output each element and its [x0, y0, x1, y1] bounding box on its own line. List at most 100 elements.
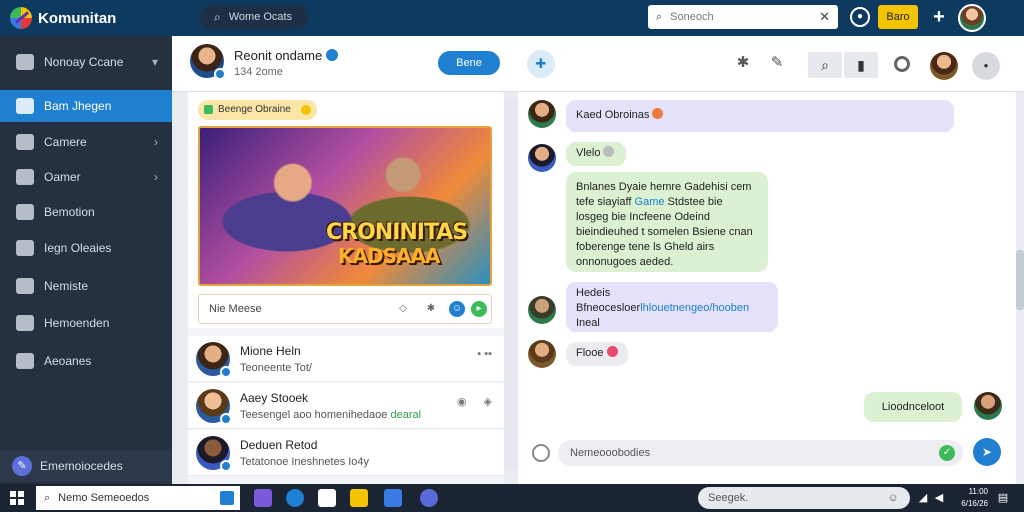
check-icon[interactable]: ✓	[939, 445, 955, 461]
puzzle-icon	[16, 54, 34, 70]
avatar[interactable]	[528, 144, 556, 172]
feed-column: Beenge Obraine CRONINITAS KADSAAA Nie Me…	[188, 92, 504, 484]
task-view-icon[interactable]	[220, 491, 234, 505]
feed-scrollbar[interactable]	[504, 98, 518, 470]
chat-message: Vlelo	[566, 142, 626, 166]
chat-scrollbar[interactable]	[1016, 250, 1024, 310]
avatar[interactable]	[974, 392, 1002, 420]
puzzle-icon[interactable]: ✱	[732, 52, 754, 74]
chat-message-link[interactable]: lhlouetnengeo/hooben	[640, 302, 749, 314]
chat-message-link[interactable]: Game	[635, 196, 665, 208]
list-item[interactable]: Deduen Retod Tetatonoe Ineshnetes Io4y	[188, 430, 504, 476]
volume-icon[interactable]: ◀	[932, 491, 946, 505]
avatar[interactable]	[528, 100, 556, 128]
search-icon[interactable]: ⌕	[808, 52, 842, 78]
sidebar-item-4[interactable]: Bemotion	[0, 196, 172, 228]
emoji-icon[interactable]: ☺	[449, 301, 465, 317]
add-icon[interactable]: +	[930, 5, 948, 29]
page-title: Reonit ondame	[234, 48, 339, 63]
browser-icon[interactable]	[286, 489, 304, 507]
game-title: CRONINITAS	[326, 220, 468, 245]
join-button[interactable]: Bene	[438, 51, 500, 75]
folder-icon[interactable]	[350, 489, 368, 507]
group-icon	[16, 98, 34, 114]
share-icon[interactable]: ◈	[484, 396, 492, 408]
network-icon[interactable]: ◢	[916, 491, 930, 505]
windows-start-icon[interactable]	[10, 491, 24, 505]
top-bar: Komunitan ⌕ Wome Ocats ⌕ Soneoch ✕ ● Bar…	[0, 0, 1024, 36]
reply-icon[interactable]: ◉	[457, 396, 467, 408]
avatar[interactable]	[528, 340, 556, 368]
list-item-desc: Teesengel aoo homenihedaoe dearal	[240, 409, 421, 421]
more-icon[interactable]: •	[972, 52, 1000, 80]
sidebar-item-8[interactable]: Aeoanes	[0, 345, 172, 377]
attach-icon[interactable]	[532, 444, 550, 462]
sidebar-item-label: Hemoenden	[44, 316, 110, 330]
search-input[interactable]: ⌕ Soneoch ✕	[648, 5, 838, 29]
group-avatar[interactable]	[190, 44, 226, 80]
message-placeholder: Nemeooobodies	[570, 447, 651, 459]
sidebar-item-label: Nonoay Ccane	[44, 55, 124, 69]
top-action-button[interactable]: Baro	[878, 5, 918, 29]
game-banner-image[interactable]: CRONINITAS KADSAAA	[198, 126, 492, 286]
puzzle-icon[interactable]: ✱	[423, 301, 439, 317]
search-icon: ⌕	[656, 10, 663, 23]
app-icon[interactable]	[318, 489, 336, 507]
send-icon[interactable]: ▸	[471, 301, 487, 317]
clock[interactable]: 11:00 6/16/26	[948, 486, 988, 510]
search-placeholder: Soneoch	[670, 11, 714, 23]
page-title-text: Reonit ondame	[234, 48, 323, 63]
list-item-highlight: dearal	[390, 409, 422, 421]
app-icon[interactable]	[254, 489, 272, 507]
conversation-header: Reonit ondame 134 2ome Bene ✚ ✱ ✎ ⌕ ▮ •	[172, 36, 1024, 92]
app-icon[interactable]	[420, 489, 438, 507]
member-count: 134 2ome	[234, 66, 283, 78]
top-pill-label: Wome Ocats	[228, 11, 293, 23]
image-icon	[16, 204, 34, 220]
notifications-icon[interactable]: ▤	[996, 491, 1010, 505]
sidebar-item-0[interactable]: Nonoay Ccane ▾	[0, 46, 172, 78]
chevron-icon[interactable]: ◇	[395, 301, 411, 317]
sidebar-item-2[interactable]: Camere ›	[0, 126, 172, 158]
os-taskbar: ⌕ Nemo Semeoedos Seegek. ☺ ◢ ◀ 11:00 6/1…	[0, 484, 1024, 512]
sidebar-item-label: Nemiste	[44, 279, 89, 293]
app-icon[interactable]	[384, 489, 402, 507]
mic-icon[interactable]: ▮	[844, 52, 878, 78]
list-item-name: Aaey Stooek	[240, 391, 309, 405]
tray-search[interactable]: Seegek.	[698, 487, 910, 509]
clock-time: 11:00	[968, 487, 988, 496]
post-tag[interactable]: Beenge Obraine	[198, 100, 317, 120]
message-input[interactable]: Nemeooobodies ✓	[558, 440, 963, 466]
pin-icon[interactable]: ✚	[527, 50, 555, 78]
sidebar-item-1[interactable]: Bam Jhegen	[0, 90, 172, 122]
list-item[interactable]: Mione Heln Teoneente Tot/ ▪ ▪▪	[188, 336, 504, 382]
chat-message-text: Kaed Obroinas	[576, 109, 650, 121]
chevron-down-icon: ▾	[151, 55, 158, 69]
list-item[interactable]: Aaey Stooek Teesengel aoo homenihedaoe d…	[188, 383, 504, 429]
sidebar-footer[interactable]: ✎ Ememoiocedes	[0, 450, 172, 482]
status-ring-icon[interactable]	[894, 56, 910, 72]
taskbar-search[interactable]: ⌕ Nemo Semeoedos	[36, 486, 240, 510]
pencil-icon[interactable]: ✎	[766, 52, 788, 74]
sidebar-item-3[interactable]: Oamer ›	[0, 161, 172, 193]
sidebar-item-label: Aeoanes	[44, 354, 92, 368]
sidebar-item-5[interactable]: Iegn Oleaies	[0, 232, 172, 264]
top-pill-search[interactable]: ⌕ Wome Ocats	[200, 5, 308, 29]
send-button[interactable]: ➤	[973, 438, 1001, 466]
sidebar-item-6[interactable]: Nemiste	[0, 270, 172, 302]
video-icon	[16, 315, 34, 331]
sidebar-item-7[interactable]: Hemoenden	[0, 307, 172, 339]
avatar[interactable]	[528, 296, 556, 324]
reaction-icon	[603, 146, 615, 157]
list-item-desc: Tetatonoe Ineshnetes Io4y	[240, 456, 370, 468]
emoji-icon[interactable]: ☺	[886, 491, 900, 505]
app-title: Komunitan	[38, 9, 117, 27]
chat-message: Kaed Obroinas	[566, 100, 954, 132]
comment-placeholder: Nie Meese	[209, 303, 262, 315]
user-avatar[interactable]	[958, 4, 986, 32]
emoji-icon	[606, 346, 618, 357]
comment-input[interactable]: Nie Meese ◇ ✱ ☺ ▸	[198, 294, 492, 324]
notification-icon[interactable]: ●	[850, 7, 870, 27]
clear-icon[interactable]: ✕	[819, 9, 830, 25]
participant-avatar[interactable]	[930, 52, 958, 80]
